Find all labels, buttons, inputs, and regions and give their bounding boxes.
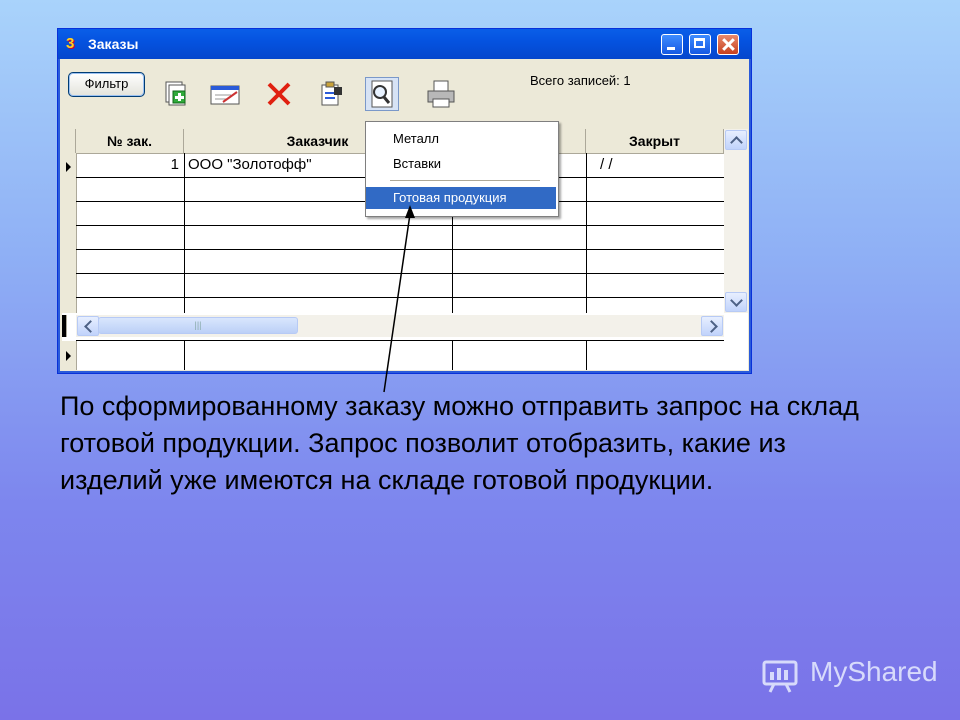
watermark-logo-icon [762,660,798,693]
watermark-text: MyShared [810,656,938,687]
description-text: По сформированному заказу можно отправит… [60,391,859,495]
callout-arrow [383,205,415,393]
